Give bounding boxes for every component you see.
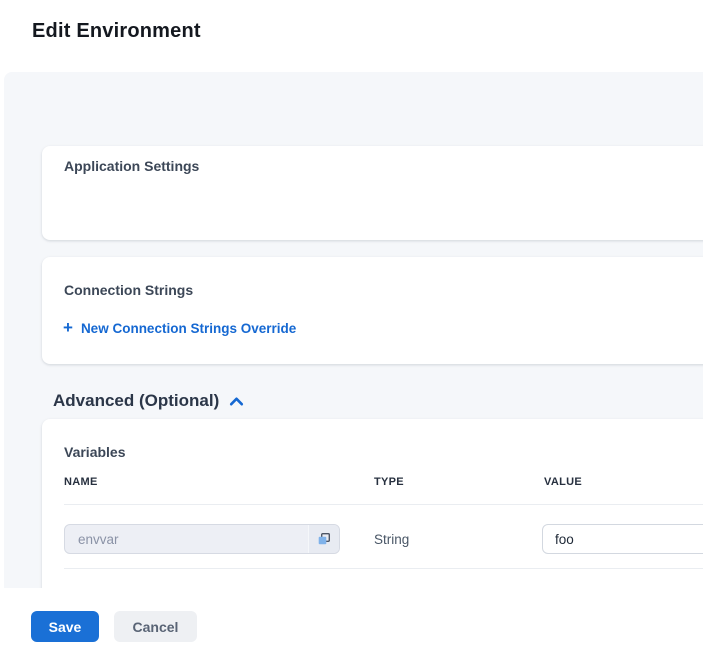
- connection-strings-card: Connection Strings + New Connection Stri…: [42, 257, 703, 364]
- variables-heading: Variables: [64, 444, 126, 460]
- page-title: Edit Environment: [32, 20, 201, 43]
- copy-icon: [317, 532, 331, 546]
- plus-icon: +: [63, 322, 73, 334]
- connection-strings-heading: Connection Strings: [64, 282, 193, 298]
- edit-environment-panel: Edit Environment Application Settings + …: [0, 0, 703, 651]
- variable-name-input: [65, 525, 308, 553]
- cancel-button[interactable]: Cancel: [114, 611, 197, 642]
- variable-type-text: String: [374, 532, 409, 547]
- new-connection-strings-override-link[interactable]: + New Connection Strings Override: [63, 321, 296, 336]
- advanced-section-toggle[interactable]: Advanced (Optional): [53, 391, 244, 411]
- application-settings-heading: Application Settings: [64, 158, 199, 174]
- row-divider: [64, 504, 703, 505]
- application-settings-card: Application Settings + New Application S…: [42, 146, 703, 240]
- chevron-up-icon: [219, 396, 244, 407]
- variable-name-field-group: [64, 524, 340, 554]
- advanced-section-label: Advanced (Optional): [53, 391, 219, 411]
- column-header-name: NAME: [64, 476, 98, 488]
- add-link-label: New Connection Strings Override: [81, 321, 296, 336]
- column-header-value: VALUE: [544, 476, 582, 488]
- row-divider: [64, 568, 703, 569]
- form-scroll-area: Application Settings + New Application S…: [4, 72, 703, 588]
- variable-value-input[interactable]: [542, 524, 703, 554]
- column-header-type: TYPE: [374, 476, 404, 488]
- copy-button[interactable]: [308, 525, 339, 553]
- footer-action-bar: Save Cancel: [0, 588, 703, 651]
- save-button[interactable]: Save: [31, 611, 99, 642]
